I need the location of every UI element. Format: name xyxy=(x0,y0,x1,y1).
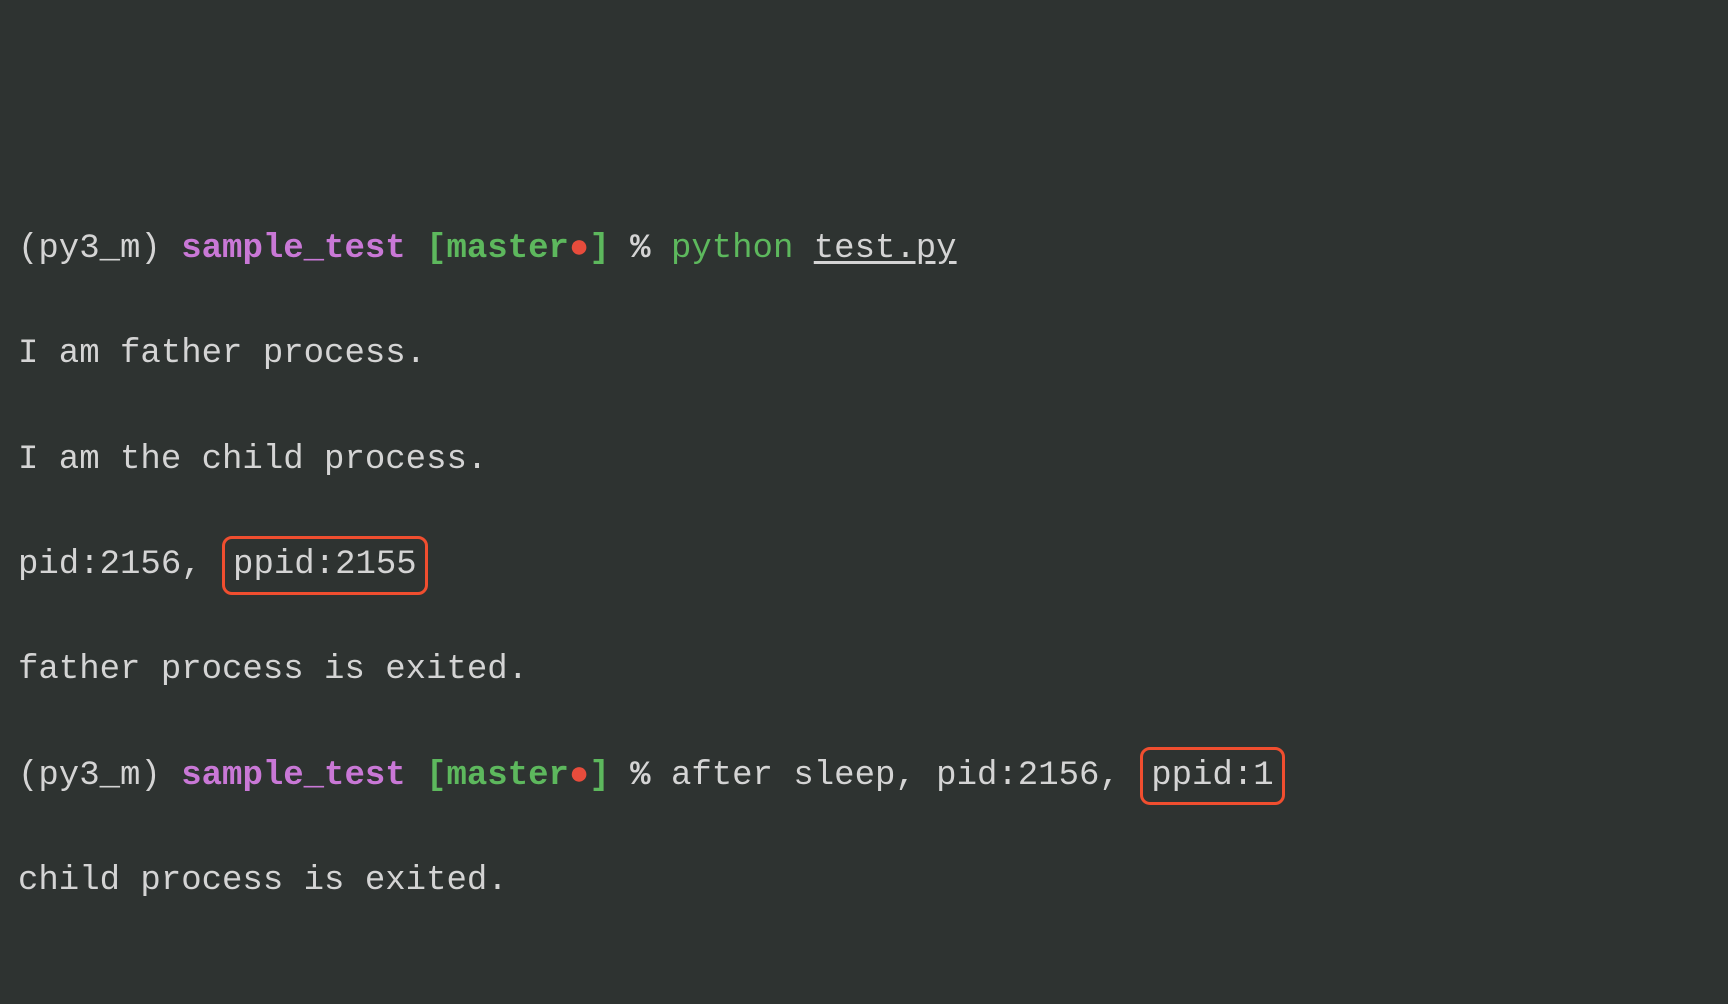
prompt-line-2: (py3_m) sample_test [master●] % after sl… xyxy=(18,750,1710,803)
prompt-symbol: % xyxy=(630,230,650,268)
output-line-pid: pid:2156, ppid:2155 xyxy=(18,539,1710,592)
git-dirty-icon: ● xyxy=(569,757,589,795)
prompt-symbol: % xyxy=(630,757,650,795)
output-line: I am father process. xyxy=(18,328,1710,381)
git-branch-name: master xyxy=(446,757,568,795)
highlight-ppid-1: ppid:1 xyxy=(1140,747,1284,806)
cwd-label: sample_test xyxy=(181,757,405,795)
git-branch-open: [ xyxy=(426,757,446,795)
prompt-line-1: (py3_m) sample_test [master●] % python t… xyxy=(18,223,1710,276)
output-line: I am the child process. xyxy=(18,434,1710,487)
output-line: father process is exited. xyxy=(18,644,1710,697)
highlight-ppid-2155: ppid:2155 xyxy=(222,536,428,595)
cwd-label: sample_test xyxy=(181,230,405,268)
virtualenv-label: (py3_m) xyxy=(18,757,161,795)
virtualenv-label: (py3_m) xyxy=(18,230,161,268)
git-branch-name: master xyxy=(446,230,568,268)
command-arg[interactable]: test.py xyxy=(814,230,957,268)
git-dirty-icon: ● xyxy=(569,230,589,268)
command-name[interactable]: python xyxy=(671,230,793,268)
pid-text: pid:2156, xyxy=(18,546,222,584)
output-line: child process is exited. xyxy=(18,855,1710,908)
git-branch-close: ] xyxy=(589,230,609,268)
git-branch-close: ] xyxy=(589,757,609,795)
after-sleep-text: after sleep, pid:2156, xyxy=(671,757,1140,795)
git-branch-open: [ xyxy=(426,230,446,268)
